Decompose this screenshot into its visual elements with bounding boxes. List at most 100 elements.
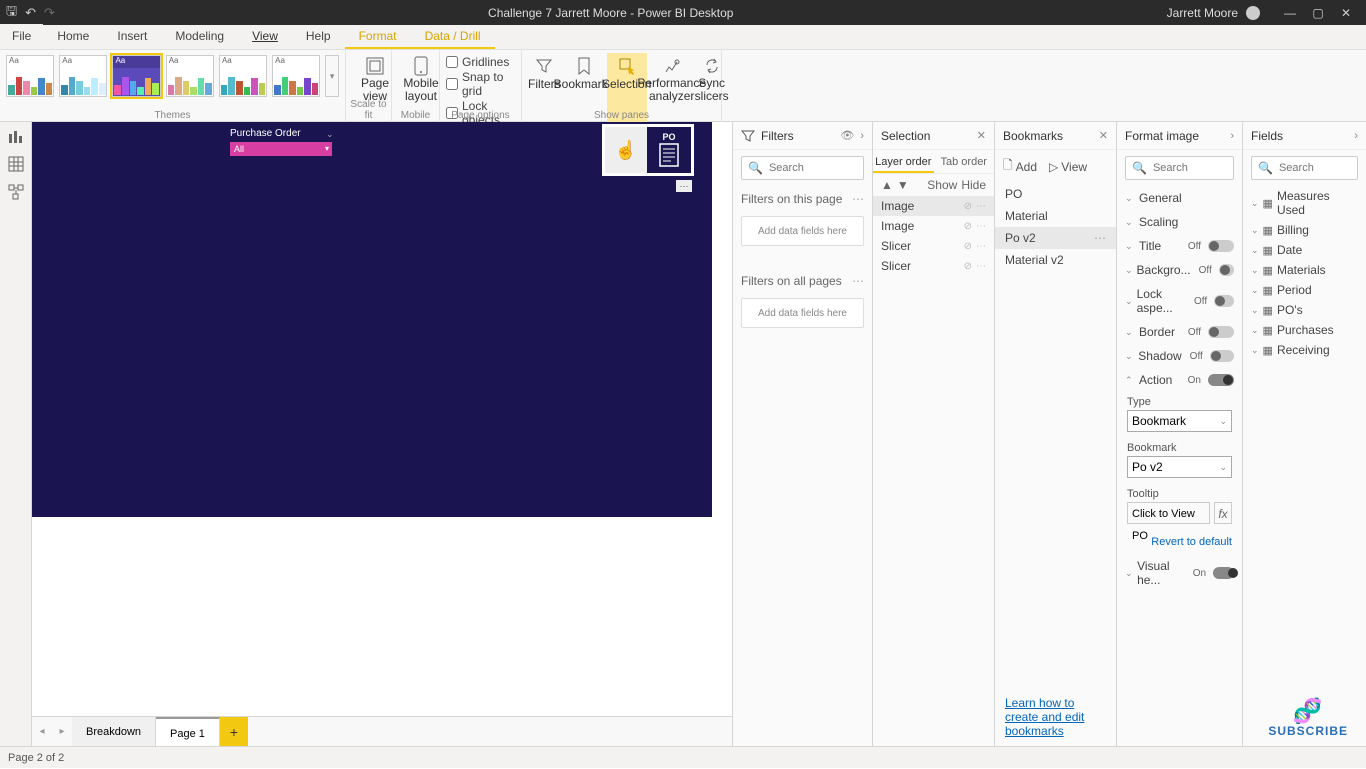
undo-icon[interactable]: ↶: [25, 5, 36, 21]
field-table[interactable]: ⌄▦Billing: [1243, 220, 1366, 240]
tab-insert[interactable]: Insert: [103, 24, 161, 49]
toggle[interactable]: [1219, 264, 1234, 276]
theme-option[interactable]: Aa: [272, 55, 320, 97]
canvas-area[interactable]: Purchase Order ⌄ All ☝ PO ⋯ ◂ ▸ Breakdow…: [32, 122, 732, 746]
selection-item[interactable]: Image⊘⋯: [873, 216, 994, 236]
more-icon[interactable]: ⋯: [852, 274, 864, 288]
report-canvas[interactable]: Purchase Order ⌄ All ☝ PO ⋯: [32, 122, 712, 517]
more-icon[interactable]: ⋯: [976, 201, 986, 212]
chevron-down-icon[interactable]: ⌄: [326, 129, 334, 140]
theme-option[interactable]: Aa: [6, 55, 54, 97]
selection-item[interactable]: Slicer⊘⋯: [873, 256, 994, 276]
format-section[interactable]: ⌄Visual he...On: [1117, 554, 1242, 592]
filters-search[interactable]: 🔍: [741, 156, 864, 180]
format-section[interactable]: ⌄ShadowOff: [1117, 344, 1242, 368]
search-input[interactable]: [1279, 162, 1366, 174]
field-table[interactable]: ⌄▦PO's: [1243, 300, 1366, 320]
move-down-icon[interactable]: ▼: [897, 178, 909, 192]
maximize-button[interactable]: ▢: [1304, 6, 1332, 20]
file-menu[interactable]: File: [0, 24, 43, 49]
type-dropdown[interactable]: Bookmark⌄: [1127, 410, 1232, 432]
fx-button[interactable]: fx: [1214, 502, 1232, 524]
more-icon[interactable]: ⋯: [976, 261, 986, 272]
format-section[interactable]: ⌄Scaling: [1117, 210, 1242, 234]
expand-icon[interactable]: ›: [1354, 130, 1358, 142]
minimize-button[interactable]: —: [1276, 6, 1304, 20]
toggle[interactable]: [1208, 374, 1234, 386]
more-options-icon[interactable]: ⋯: [676, 180, 692, 192]
bookmark-item[interactable]: PO: [995, 183, 1116, 205]
po-slicer[interactable]: All: [230, 142, 332, 156]
view-bookmark-button[interactable]: ▷View: [1049, 156, 1087, 177]
gridlines-checkbox[interactable]: Gridlines: [446, 55, 515, 69]
filter-drop-zone[interactable]: Add data fields here: [741, 216, 864, 246]
user-name[interactable]: Jarrett Moore: [1167, 6, 1238, 20]
hidden-icon[interactable]: ⊘: [964, 201, 972, 212]
field-table[interactable]: ⌄▦Period: [1243, 280, 1366, 300]
tab-modeling[interactable]: Modeling: [161, 24, 238, 49]
theme-option[interactable]: Aa: [112, 55, 160, 97]
hidden-icon[interactable]: ⊘: [964, 241, 972, 252]
tab-order-tab[interactable]: Tab order: [934, 150, 995, 173]
move-up-icon[interactable]: ▲: [881, 178, 893, 192]
show-label[interactable]: Show: [927, 178, 957, 192]
user-avatar-icon[interactable]: [1246, 6, 1260, 20]
tab-data-drill[interactable]: Data / Drill: [411, 24, 495, 49]
nav-prev[interactable]: ▸: [52, 726, 72, 737]
selection-item[interactable]: Slicer⊘⋯: [873, 236, 994, 256]
theme-option[interactable]: Aa: [59, 55, 107, 97]
bookmark-item[interactable]: Material v2: [995, 249, 1116, 271]
bookmarks-help-link[interactable]: Learn how to create and edit bookmarks: [1005, 696, 1084, 738]
close-icon[interactable]: ✕: [1099, 129, 1108, 142]
tab-home[interactable]: Home: [43, 24, 103, 49]
tab-format[interactable]: Format: [345, 24, 411, 49]
redo-icon[interactable]: ↷: [44, 5, 55, 21]
format-section[interactable]: ⌄TitleOff: [1117, 234, 1242, 258]
toggle[interactable]: [1208, 326, 1234, 338]
more-icon[interactable]: ⋯: [1094, 231, 1106, 245]
image-visual[interactable]: ☝ PO: [602, 124, 694, 176]
format-search[interactable]: 🔍: [1125, 156, 1234, 180]
more-icon[interactable]: ⋯: [852, 192, 864, 206]
close-icon[interactable]: ✕: [977, 129, 986, 142]
format-section-action[interactable]: ⌃ActionOn: [1117, 368, 1242, 392]
toggle[interactable]: [1210, 350, 1234, 362]
data-view-icon[interactable]: [8, 156, 24, 172]
expand-icon[interactable]: ›: [860, 130, 864, 142]
theme-option[interactable]: Aa: [219, 55, 267, 97]
page-tab[interactable]: Page 1: [156, 717, 220, 747]
toggle[interactable]: [1208, 240, 1234, 252]
selection-item[interactable]: Image⊘⋯: [873, 196, 994, 216]
add-bookmark-button[interactable]: 🗋Add: [1003, 156, 1037, 177]
revert-link[interactable]: Revert to default: [1117, 530, 1242, 554]
tab-view[interactable]: View: [238, 24, 292, 49]
format-section[interactable]: ⌄General: [1117, 186, 1242, 210]
nav-first[interactable]: ◂: [32, 726, 52, 737]
field-table[interactable]: ⌄▦Measures Used: [1243, 186, 1366, 220]
hide-label[interactable]: Hide: [961, 178, 986, 192]
bookmark-item[interactable]: Material: [995, 205, 1116, 227]
field-table[interactable]: ⌄▦Receiving: [1243, 340, 1366, 360]
mobile-layout-button[interactable]: Mobile layout: [398, 53, 444, 103]
format-section[interactable]: ⌄Backgro...Off: [1117, 258, 1242, 282]
close-button[interactable]: ✕: [1332, 6, 1360, 20]
bookmark-dropdown[interactable]: Po v2⌄: [1127, 456, 1232, 478]
expand-icon[interactable]: ›: [1230, 130, 1234, 142]
report-view-icon[interactable]: [8, 128, 24, 144]
snap-checkbox[interactable]: Snap to grid: [446, 70, 515, 98]
field-table[interactable]: ⌄▦Date: [1243, 240, 1366, 260]
field-table[interactable]: ⌄▦Materials: [1243, 260, 1366, 280]
tooltip-input[interactable]: Click to View PO: [1127, 502, 1210, 524]
save-icon[interactable]: 🖫: [6, 2, 17, 24]
theme-dropdown[interactable]: ▾: [325, 55, 339, 97]
eye-icon[interactable]: 👁: [840, 129, 854, 142]
layer-order-tab[interactable]: Layer order: [873, 150, 934, 173]
field-table[interactable]: ⌄▦Purchases: [1243, 320, 1366, 340]
hidden-icon[interactable]: ⊘: [964, 221, 972, 232]
format-section[interactable]: ⌄BorderOff: [1117, 320, 1242, 344]
bookmark-item[interactable]: Po v2⋯: [995, 227, 1116, 249]
format-section[interactable]: ⌄Lock aspe...Off: [1117, 282, 1242, 320]
tab-help[interactable]: Help: [292, 24, 345, 49]
theme-option[interactable]: Aa: [166, 55, 214, 97]
search-input[interactable]: [1153, 162, 1242, 174]
